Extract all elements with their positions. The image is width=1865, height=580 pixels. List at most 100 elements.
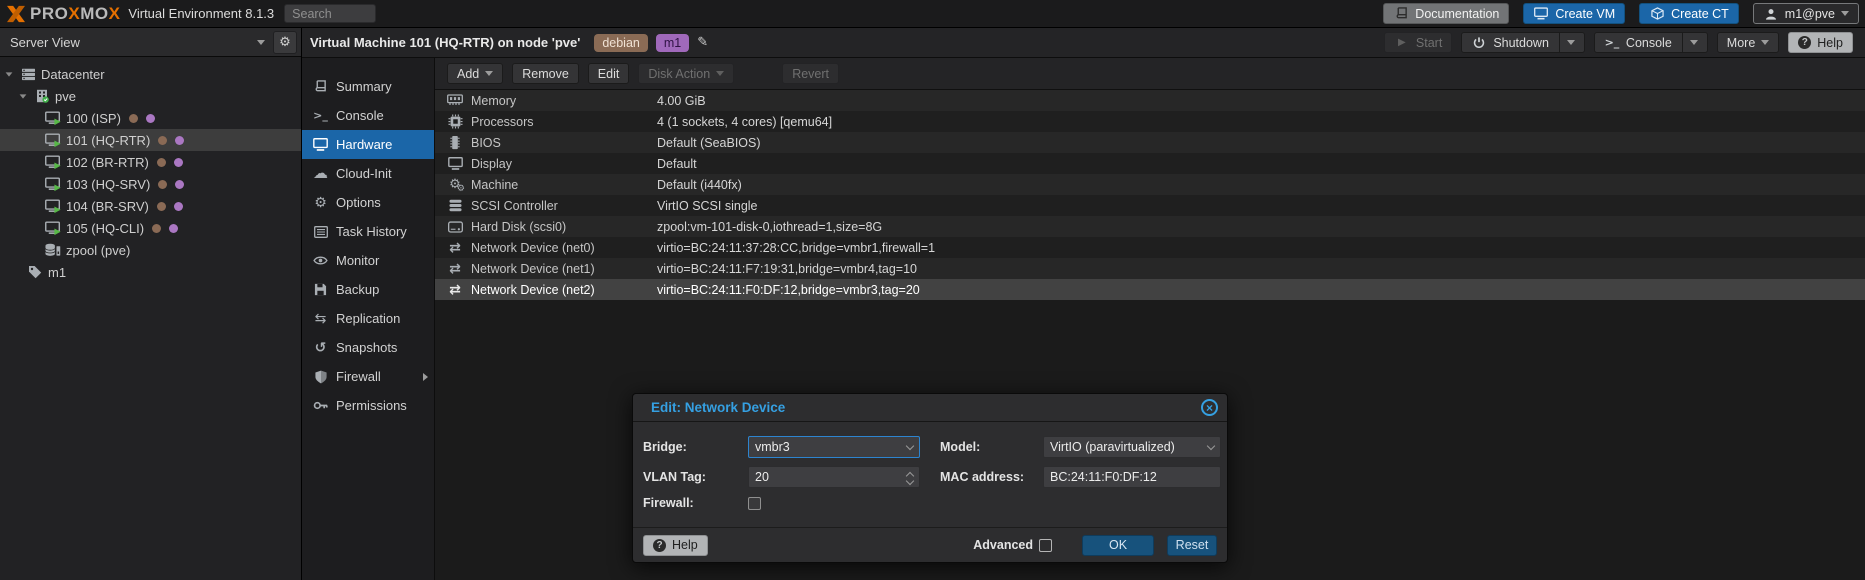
tree-item-vm-104[interactable]: 104 (BR-SRV): [0, 195, 301, 217]
ok-button[interactable]: OK: [1082, 535, 1154, 556]
shutdown-button[interactable]: Shutdown: [1461, 32, 1585, 53]
mac-address-input[interactable]: [1050, 470, 1214, 484]
network-icon: ⇄: [447, 282, 463, 297]
expander-icon[interactable]: [5, 69, 15, 79]
hw-row-scsi-controller[interactable]: SCSI Controller VirtIO SCSI single: [435, 195, 1865, 216]
tree-item-tag-m1[interactable]: m1: [0, 261, 301, 283]
expander-icon[interactable]: [19, 91, 29, 101]
list-icon: [312, 224, 329, 239]
add-button[interactable]: Add: [447, 63, 503, 84]
hw-row-net0[interactable]: ⇄ Network Device (net0) virtio=BC:24:11:…: [435, 237, 1865, 258]
hw-row-processors[interactable]: Processors 4 (1 sockets, 4 cores) [qemu6…: [435, 111, 1865, 132]
tab-replication[interactable]: ⇆ Replication: [302, 304, 434, 333]
vm-header-bar: Virtual Machine 101 (HQ-RTR) on node 'pv…: [302, 28, 1865, 58]
monitor-icon: [312, 137, 329, 152]
remove-button[interactable]: Remove: [512, 63, 579, 84]
chevron-down-icon: [1761, 40, 1769, 45]
more-button[interactable]: More: [1717, 32, 1779, 53]
cube-icon: [1649, 6, 1665, 21]
revert-button[interactable]: Revert: [782, 63, 839, 84]
tab-hardware[interactable]: Hardware: [302, 130, 434, 159]
edit-button[interactable]: Edit: [588, 63, 630, 84]
shutdown-menu-arrow[interactable]: [1559, 33, 1575, 52]
tree-item-vm-101[interactable]: 101 (HQ-RTR): [0, 129, 301, 151]
tab-monitor[interactable]: Monitor: [302, 246, 434, 275]
tree-item-storage-zpool[interactable]: zpool (pve): [0, 239, 301, 261]
tree-item-datacenter[interactable]: Datacenter: [0, 63, 301, 85]
key-icon: [312, 398, 329, 413]
dialog-header[interactable]: Edit: Network Device ×: [633, 394, 1227, 422]
tag-dot: [157, 202, 166, 211]
tree-item-vm-105[interactable]: 105 (HQ-CLI): [0, 217, 301, 239]
tab-console[interactable]: >_ Console: [302, 101, 434, 130]
gear-icon: ⚙: [312, 195, 329, 210]
tag-dot: [157, 158, 166, 167]
chevron-down-icon: [906, 441, 914, 449]
tab-cloud-init[interactable]: ☁ Cloud-Init: [302, 159, 434, 188]
hw-row-net2[interactable]: ⇄ Network Device (net2) virtio=BC:24:11:…: [435, 279, 1865, 300]
bridge-combobox[interactable]: vmbr3: [748, 436, 920, 458]
vlan-tag-input[interactable]: [755, 470, 907, 484]
tab-snapshots[interactable]: ↺ Snapshots: [302, 333, 434, 362]
floppy-icon: [312, 282, 329, 297]
hw-row-machine[interactable]: ⚙⚙ Machine Default (i440fx): [435, 174, 1865, 195]
terminal-icon: >_: [312, 108, 329, 123]
vlan-tag-label: VLAN Tag:: [643, 470, 748, 484]
tab-summary[interactable]: Summary: [302, 72, 434, 101]
hw-row-hard-disk[interactable]: Hard Disk (scsi0) zpool:vm-101-disk-0,io…: [435, 216, 1865, 237]
tree-item-node-pve[interactable]: pve: [0, 85, 301, 107]
disk-stack-icon: [447, 198, 463, 213]
dialog-help-button[interactable]: ? Help: [643, 535, 708, 556]
create-ct-button[interactable]: Create CT: [1639, 3, 1739, 24]
hw-row-display[interactable]: Display Default: [435, 153, 1865, 174]
tab-task-history[interactable]: Task History: [302, 217, 434, 246]
tag-dot: [158, 180, 167, 189]
help-button[interactable]: ? Help: [1788, 32, 1853, 53]
console-button[interactable]: >_ Console: [1594, 32, 1708, 53]
chevron-down-icon: [1841, 11, 1849, 16]
advanced-checkbox[interactable]: [1039, 539, 1052, 552]
firewall-checkbox[interactable]: [748, 497, 761, 510]
question-icon: ?: [653, 539, 666, 552]
tab-options[interactable]: ⚙ Options: [302, 188, 434, 217]
user-menu-button[interactable]: m1@pve: [1753, 3, 1859, 24]
create-vm-button[interactable]: Create VM: [1523, 3, 1625, 24]
gears-icon: ⚙⚙: [447, 177, 463, 192]
tree-item-vm-102[interactable]: 102 (BR-RTR): [0, 151, 301, 173]
hw-row-bios[interactable]: BIOS Default (SeaBIOS): [435, 132, 1865, 153]
edit-tags-pencil-icon[interactable]: ✎: [697, 36, 708, 49]
mac-address-field[interactable]: [1043, 466, 1221, 488]
hw-row-net1[interactable]: ⇄ Network Device (net1) virtio=BC:24:11:…: [435, 258, 1865, 279]
hw-row-memory[interactable]: Memory 4.00 GiB: [435, 90, 1865, 111]
logo-text: PROXMOX: [30, 4, 120, 24]
tree-item-vm-100[interactable]: 100 (ISP): [0, 107, 301, 129]
reset-button[interactable]: Reset: [1167, 535, 1217, 556]
spinner-arrows[interactable]: [907, 470, 913, 484]
documentation-button[interactable]: Documentation: [1383, 3, 1509, 24]
tab-firewall[interactable]: Firewall: [302, 362, 434, 391]
eye-icon: [312, 253, 329, 268]
disk-action-button[interactable]: Disk Action: [638, 63, 734, 84]
tag-dot: [152, 224, 161, 233]
console-menu-arrow[interactable]: [1682, 33, 1698, 52]
proxmox-x-logo-icon: [6, 5, 26, 23]
vm-running-icon: [45, 155, 61, 170]
model-combobox[interactable]: VirtIO (paravirtualized): [1043, 436, 1221, 458]
vlan-tag-spinner[interactable]: [748, 466, 920, 488]
view-selector[interactable]: Server View ⚙: [0, 28, 301, 57]
vm-nav-panel: Summary >_ Console Hardware ☁ Cloud-Init: [302, 58, 435, 580]
tag-dot: [129, 114, 138, 123]
book-icon: [1393, 6, 1409, 21]
network-icon: ⇄: [447, 261, 463, 276]
start-button[interactable]: ▶ Start: [1384, 32, 1452, 53]
close-icon[interactable]: ×: [1201, 399, 1218, 416]
tag-chip-m1: m1: [656, 34, 689, 52]
tree-item-vm-103[interactable]: 103 (HQ-SRV): [0, 173, 301, 195]
tab-permissions[interactable]: Permissions: [302, 391, 434, 420]
tab-backup[interactable]: Backup: [302, 275, 434, 304]
play-icon: ▶: [1394, 35, 1410, 50]
gear-icon: ⚙: [279, 36, 291, 49]
sidebar-gear-button[interactable]: ⚙: [273, 31, 297, 54]
search-input[interactable]: [284, 4, 376, 23]
chevron-down-icon: [1207, 441, 1215, 449]
